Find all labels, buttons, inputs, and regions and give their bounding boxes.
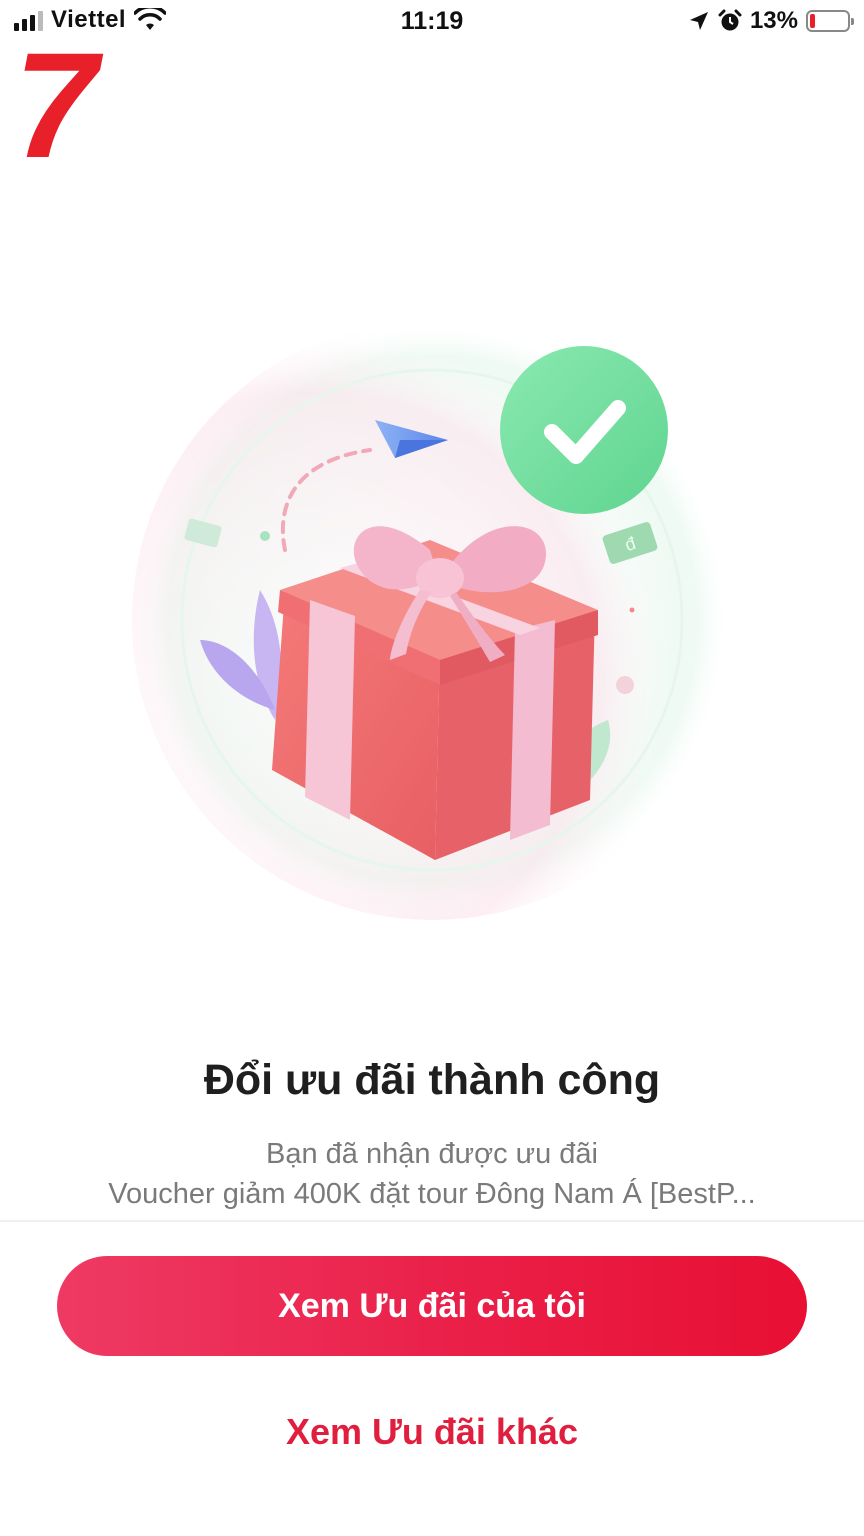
status-right: 13% <box>688 7 854 35</box>
success-title: Đổi ưu đãi thành công <box>203 1056 661 1104</box>
check-circle-icon <box>500 346 668 514</box>
battery-icon <box>806 10 854 32</box>
status-bar: Viettel 11:19 13% <box>0 0 864 44</box>
view-my-offers-button[interactable]: Xem Ưu đãi của tôi <box>57 1256 807 1356</box>
alarm-icon <box>718 9 742 31</box>
description-line-1: Bạn đã nhận được ưu đãi <box>266 1138 598 1170</box>
battery-percent: 13% <box>749 7 798 34</box>
success-illustration: đ <box>132 320 732 920</box>
page-number: 7 <box>14 21 98 189</box>
voucher-name: Voucher giảm 400K đặt tour Đông Nam Á [B… <box>108 1178 756 1210</box>
battery-level <box>810 14 815 28</box>
view-other-offers-link[interactable]: Xem Ưu đãi khác <box>0 1400 864 1464</box>
success-description: Bạn đã nhận được ưu đãi Voucher giảm 400… <box>60 1134 804 1214</box>
location-arrow-icon <box>689 12 708 30</box>
bottom-divider <box>0 1220 864 1222</box>
